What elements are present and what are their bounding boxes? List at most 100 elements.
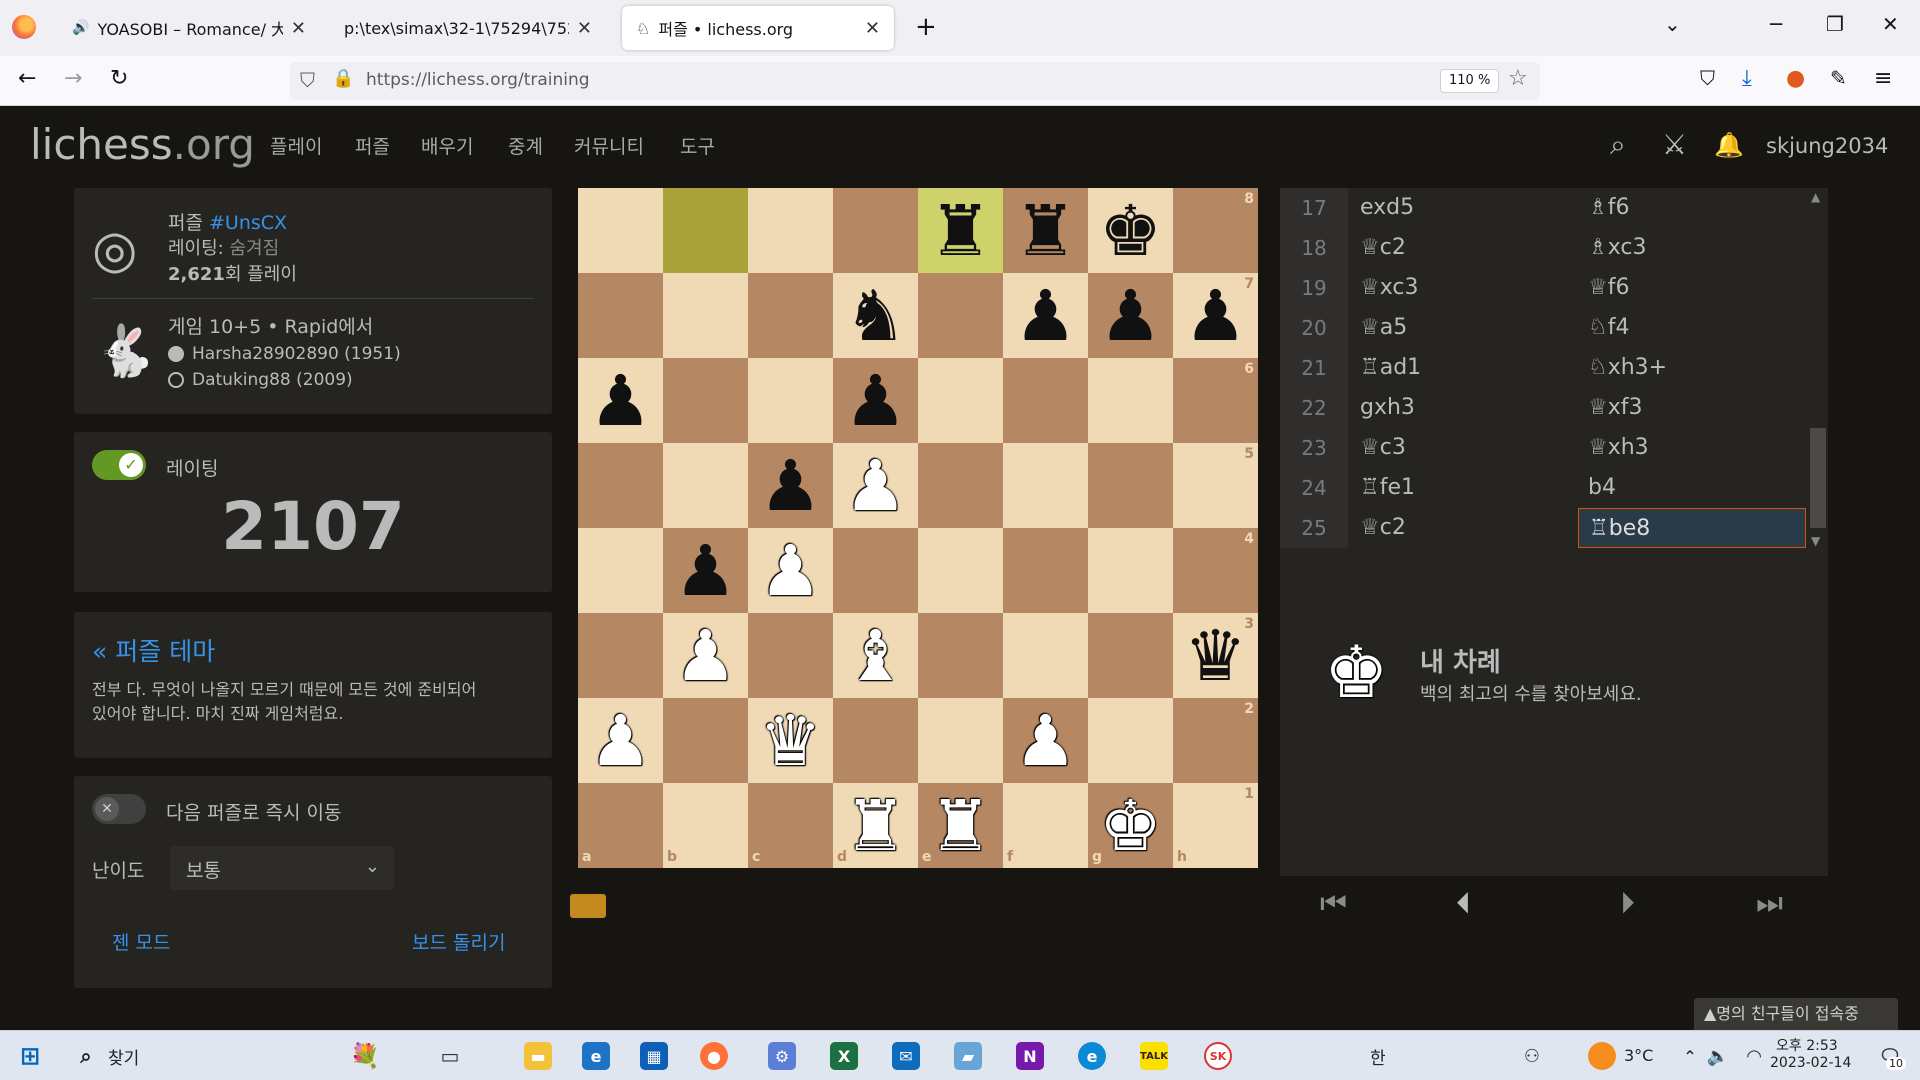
last-move-icon[interactable]: ⏭ [1756,886,1783,921]
black-pawn-icon[interactable]: ♟ [833,358,918,443]
flip-board-button[interactable]: 보드 돌리기 [412,928,505,955]
white-pawn-icon[interactable]: ♟ [1003,698,1088,783]
square-a7[interactable] [578,273,663,358]
black-move[interactable]: ♘f4 [1578,308,1806,348]
square-a1[interactable]: a [578,783,663,868]
square-h5[interactable]: 5 [1173,443,1258,528]
next-move-icon[interactable]: ⏵ [1620,886,1635,921]
menu-play[interactable]: 플레이 [270,132,322,159]
search-icon[interactable]: ⌕ [72,1042,100,1070]
friends-online-bar[interactable]: ▲명의 친구들이 접속중 [1694,998,1898,1030]
puzzle-themes-link[interactable]: « 퍼즐 테마 [92,632,215,668]
square-e6[interactable] [918,358,1003,443]
notification-bell-icon[interactable]: 🔔 [1714,131,1744,159]
reload-icon[interactable]: ↻ [110,66,128,91]
firefox-taskbar-icon[interactable]: ● [700,1042,728,1070]
first-move-icon[interactable]: ⏮ [1320,886,1347,921]
square-e3[interactable] [918,613,1003,698]
scroll-up-icon[interactable]: ▲ [1811,190,1820,204]
white-pawn-icon[interactable]: ♟ [748,528,833,613]
people-icon[interactable]: ⚇ [1518,1042,1546,1070]
tab-close-icon[interactable]: ✕ [865,18,880,39]
square-f1[interactable]: f [1003,783,1088,868]
white-rook-icon[interactable]: ♜ [918,783,1003,868]
puzzle-id-link[interactable]: #UnsCX [209,212,287,234]
tab-close-icon[interactable]: ✕ [291,18,306,39]
volume-icon[interactable]: 🔈 [1704,1042,1732,1070]
square-b5[interactable] [663,443,748,528]
square-h6[interactable]: 6 [1173,358,1258,443]
black-rook-icon[interactable]: ♜ [1003,188,1088,273]
white-move[interactable]: gxh3 [1360,388,1415,428]
white-pawn-icon[interactable]: ♟ [663,613,748,698]
browser-tab-lichess[interactable]: ♘ 퍼즐 • lichess.org ✕ [622,6,894,50]
zen-mode-button[interactable]: 젠 모드 [112,928,170,955]
scroll-down-icon[interactable]: ▼ [1811,534,1820,548]
menu-broadcast[interactable]: 중계 [508,132,543,159]
black-pawn-icon[interactable]: ♟ [748,443,833,528]
download-icon[interactable]: ⤓ [1742,66,1752,91]
square-f4[interactable] [1003,528,1088,613]
square-c8[interactable] [748,188,833,273]
black-king-icon[interactable]: ♚ [1088,188,1173,273]
square-f5[interactable] [1003,443,1088,528]
bookmark-star-icon[interactable]: ☆ [1508,66,1528,91]
square-e2[interactable] [918,698,1003,783]
hamburger-menu-icon[interactable]: ≡ [1874,66,1892,91]
chessboard[interactable]: 8 7 6 5 4 3 2 a b c d e f g h 1 ♜ ♜ ♚ ♞ ♟ ♟ ♟ ♟ ♟ ♟ ♟ ♟ ♟ ♟ ♝ ♛ ♟ ♛ ♟ ♜ ♜ ♚ [578,188,1258,868]
file-explorer-icon[interactable]: ▬ [524,1042,552,1070]
square-a8[interactable] [578,188,663,273]
white-move[interactable]: exd5 [1360,188,1414,228]
white-rook-icon[interactable]: ♜ [833,783,918,868]
square-d8[interactable] [833,188,918,273]
tab-close-icon[interactable]: ✕ [577,18,592,39]
firefox-menu-icon[interactable] [12,15,36,39]
black-move[interactable]: ♘xh3+ [1578,348,1806,388]
square-h2[interactable]: 2 [1173,698,1258,783]
extensions-icon[interactable]: ✎ [1830,66,1847,90]
square-a4[interactable] [578,528,663,613]
black-player-name[interactable]: Datuking88 (2009) [192,370,353,390]
square-b8[interactable] [663,188,748,273]
weather-sun-icon[interactable] [1588,1042,1616,1070]
black-move[interactable]: ♕xh3 [1578,428,1806,468]
square-e5[interactable] [918,443,1003,528]
square-e7[interactable] [918,273,1003,358]
forward-arrow-icon[interactable]: → [64,66,82,91]
square-g3[interactable] [1088,613,1173,698]
square-g5[interactable] [1088,443,1173,528]
black-knight-icon[interactable]: ♞ [833,273,918,358]
white-pawn-icon[interactable]: ♟ [833,443,918,528]
wifi-icon[interactable]: ◠ [1740,1042,1768,1070]
square-c1[interactable]: c [748,783,833,868]
black-move[interactable]: b4 [1578,468,1806,508]
black-pawn-icon[interactable]: ♟ [1173,273,1258,358]
square-b6[interactable] [663,358,748,443]
square-e4[interactable] [918,528,1003,613]
browser-tab-youtube[interactable]: 🔊 YOASOBI – Romance/ 大正浪漫 ✕ [58,6,320,50]
white-bishop-icon[interactable]: ♝ [833,613,918,698]
square-g6[interactable] [1088,358,1173,443]
white-pawn-icon[interactable]: ♟ [578,698,663,783]
black-move[interactable]: ♗xc3 [1578,228,1806,268]
url-text[interactable]: https://lichess.org/training [366,70,590,90]
white-move[interactable]: ♕c2 [1360,508,1406,548]
back-arrow-icon[interactable]: ← [18,66,36,91]
white-move[interactable]: ♕a5 [1360,308,1407,348]
lock-icon[interactable]: 🔒 [332,68,354,89]
tray-chevron-icon[interactable]: ⌃ [1676,1042,1704,1070]
white-move[interactable]: ♖fe1 [1360,468,1415,508]
new-tab-button[interactable]: + [915,12,937,42]
white-queen-icon[interactable]: ♛ [748,698,833,783]
onenote-icon[interactable]: N [1016,1042,1044,1070]
auto-next-toggle[interactable]: ✕ [92,794,146,824]
black-move[interactable]: ♗f6 [1578,188,1806,228]
close-window-button[interactable]: ✕ [1882,12,1899,36]
menu-learn[interactable]: 배우기 [421,132,473,159]
move-list-scrollbar[interactable]: ▲ ▼ [1808,188,1828,550]
square-f6[interactable] [1003,358,1088,443]
scroll-thumb[interactable] [1810,428,1826,528]
shield-icon[interactable]: ⛉ [300,68,315,92]
black-queen-icon[interactable]: ♛ [1173,613,1258,698]
difficulty-select[interactable]: 보통 ⌄ [170,846,394,890]
